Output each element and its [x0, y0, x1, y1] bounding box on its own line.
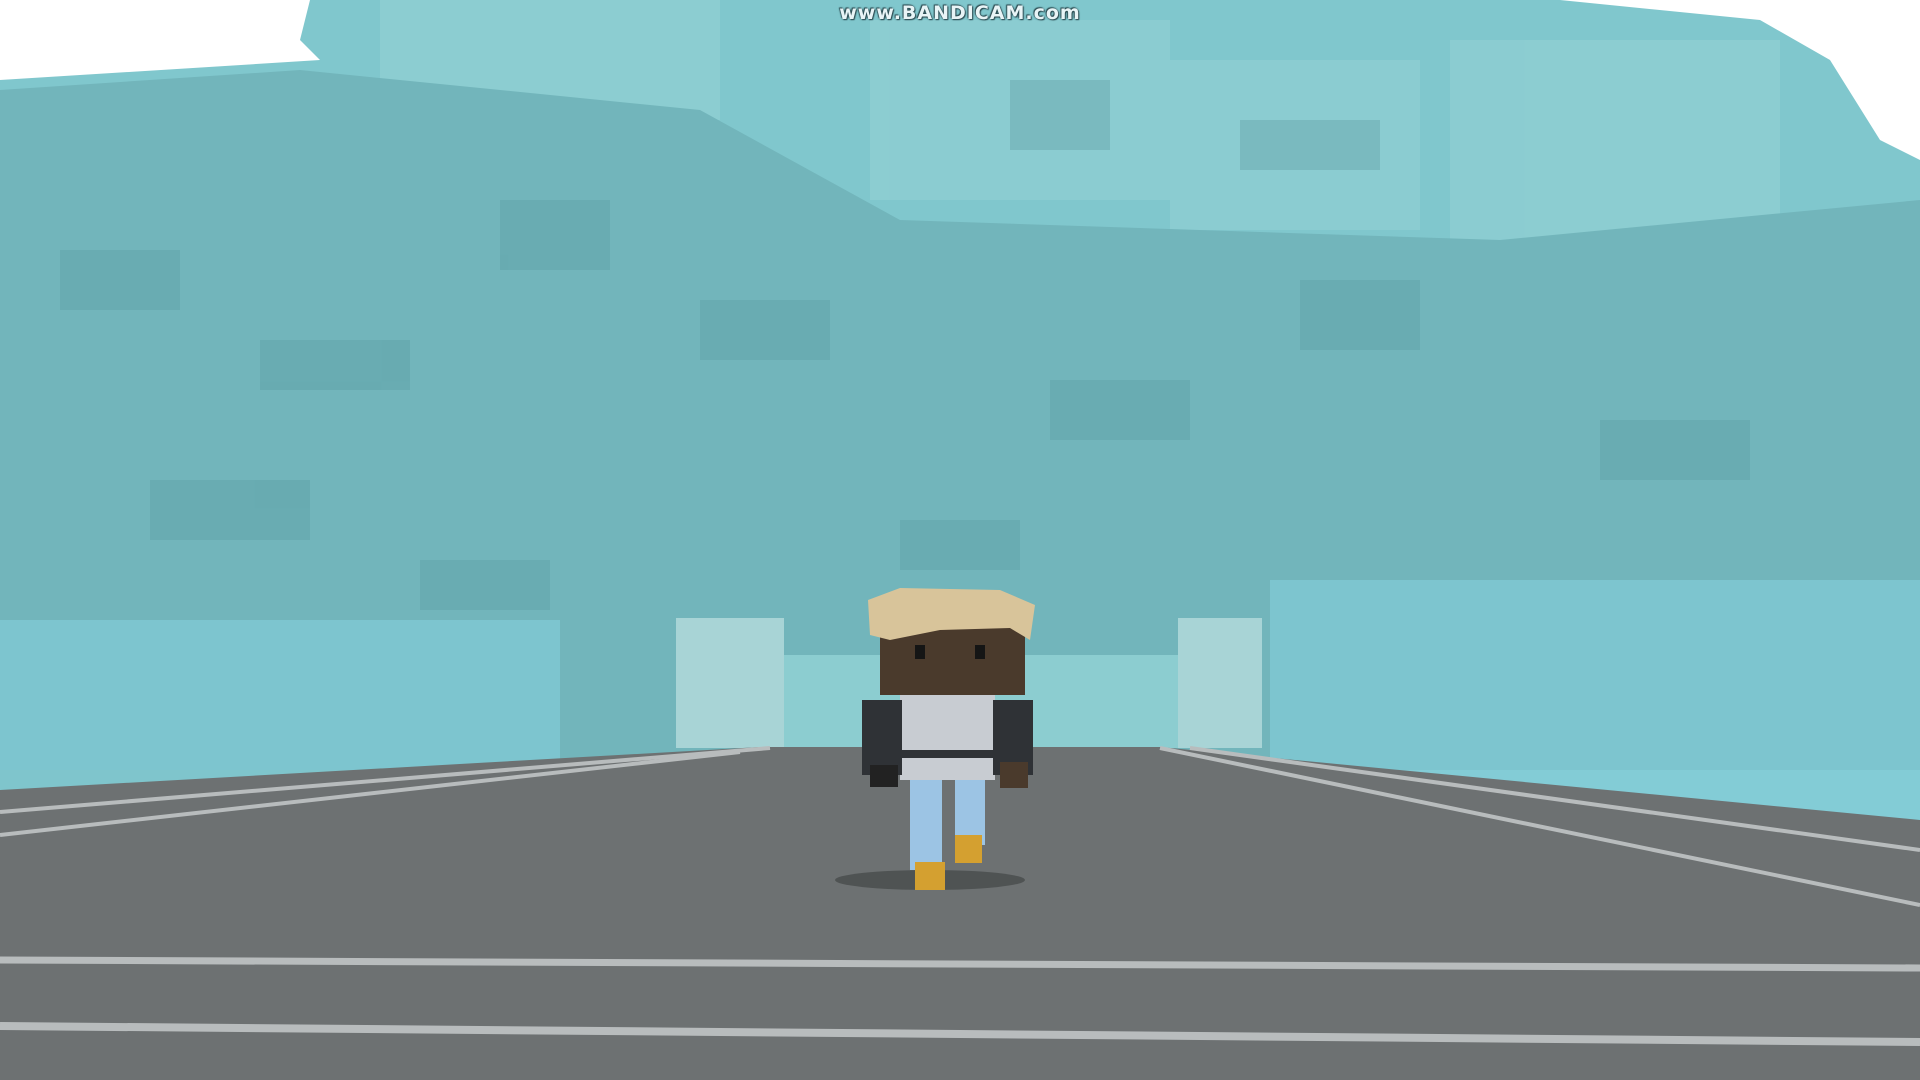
bandicam-watermark: www.BANDICAM.com	[839, 2, 1081, 24]
player-boot-left	[915, 862, 945, 890]
player-torso	[900, 690, 995, 780]
player-belt-stripe	[900, 750, 995, 758]
player-leg-left	[910, 770, 942, 870]
player-hand-left	[870, 765, 898, 787]
water-left	[0, 620, 560, 770]
game-viewport[interactable]	[0, 0, 1920, 1080]
player-leg-right	[955, 770, 985, 845]
tunnel-wall-left	[676, 618, 784, 748]
player-eye-right	[975, 645, 985, 659]
player-eye-left	[915, 645, 925, 659]
player-boot-right	[955, 835, 982, 863]
tunnel-wall-right	[1178, 618, 1262, 748]
player-hand-right	[1000, 762, 1028, 788]
player-arm-left	[862, 700, 902, 775]
